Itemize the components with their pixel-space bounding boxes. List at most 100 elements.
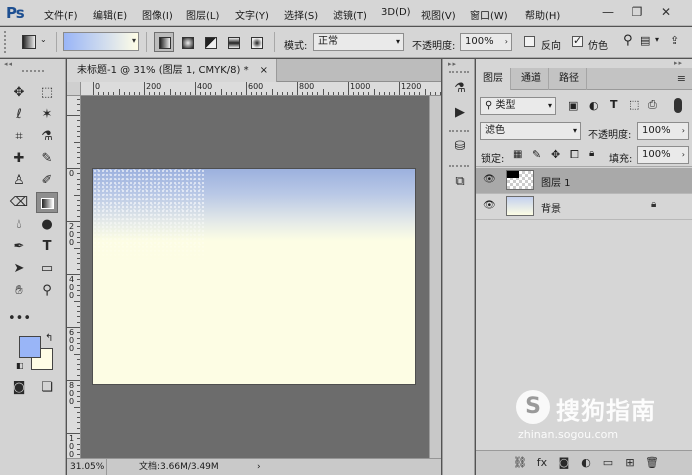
options-bar-grip[interactable] xyxy=(4,31,12,53)
panel-grip[interactable]: ▸▸ xyxy=(448,60,457,68)
clone-stamp-tool[interactable]: ♙ xyxy=(8,170,30,191)
adjustment-layer-icon[interactable]: ◐ xyxy=(578,455,594,471)
layer-filter-kind-select[interactable]: ⚲ 类型 ▾ xyxy=(480,97,556,115)
menu-edit[interactable]: 编辑(E) xyxy=(93,7,127,22)
new-group-icon[interactable]: ▭ xyxy=(600,455,616,471)
type-tool[interactable]: T xyxy=(36,236,58,257)
vertical-scrollbar[interactable] xyxy=(429,96,441,458)
layer-opacity-input[interactable]: 100% › xyxy=(637,122,689,140)
minimize-button[interactable]: — xyxy=(598,3,618,21)
lock-position-icon[interactable]: ✥ xyxy=(551,148,560,161)
move-tool[interactable]: ✥ xyxy=(8,82,30,103)
menu-select[interactable]: 选择(S) xyxy=(284,7,318,22)
eraser-tool[interactable]: ⌫ xyxy=(8,192,30,213)
dodge-tool[interactable]: ● xyxy=(36,214,58,235)
panel-grip[interactable] xyxy=(22,70,44,72)
workspace-icon[interactable]: ▤ xyxy=(640,34,650,47)
magic-wand-tool[interactable]: ✶ xyxy=(36,104,58,125)
link-layers-icon[interactable]: ⛓ xyxy=(512,455,528,471)
foreground-color-swatch[interactable] xyxy=(19,336,41,358)
marquee-tool[interactable]: ⬚ xyxy=(36,82,58,103)
radial-gradient-button[interactable] xyxy=(177,32,197,52)
reverse-checkbox[interactable] xyxy=(524,36,535,47)
gradient-tool[interactable] xyxy=(36,192,58,213)
tab-channels[interactable]: 通道 xyxy=(514,68,549,90)
eyedropper-tool[interactable]: ⚗ xyxy=(36,126,58,147)
restore-button[interactable]: ❐ xyxy=(627,3,647,21)
properties-panel-button[interactable]: ⧉ xyxy=(450,172,470,192)
lock-transparency-icon[interactable]: ▦ xyxy=(513,149,522,160)
edit-toolbar-button[interactable]: ••• xyxy=(8,308,31,329)
layer-style-icon[interactable]: fx xyxy=(534,455,550,471)
chevron-down-icon[interactable]: ▾ xyxy=(655,35,659,44)
quick-mask-button[interactable]: ◙ xyxy=(8,377,30,398)
panel-grip[interactable] xyxy=(449,71,469,73)
share-icon[interactable]: ⇪ xyxy=(670,34,679,47)
default-colors-icon[interactable]: ◧ xyxy=(16,361,24,370)
pen-tool[interactable]: ✒ xyxy=(8,236,30,257)
layer-row[interactable]: 👁︎ 图层 1 xyxy=(476,168,692,194)
menu-help[interactable]: 帮助(H) xyxy=(525,7,560,22)
screen-mode-button[interactable]: ❏ xyxy=(36,377,58,398)
dither-checkbox[interactable] xyxy=(572,34,583,47)
trash-icon[interactable]: 🗑︎ xyxy=(644,455,660,471)
lock-icon[interactable]: 🔒︎ xyxy=(651,199,656,210)
new-layer-icon[interactable]: ⊞ xyxy=(622,455,638,471)
blur-tool[interactable]: 💧︎ xyxy=(8,214,30,235)
add-mask-icon[interactable]: ◙ xyxy=(556,455,572,471)
brush-tool[interactable]: ✎ xyxy=(36,148,58,169)
pixel-filter-icon[interactable]: ▣ xyxy=(568,99,578,112)
menu-window[interactable]: 窗口(W) xyxy=(470,7,508,22)
horizontal-ruler[interactable]: 0 200 400 600 800 1000 1200 xyxy=(81,82,441,96)
angle-gradient-button[interactable] xyxy=(200,32,220,52)
type-filter-icon[interactable]: T xyxy=(610,98,618,111)
document-tab[interactable]: 未标题-1 @ 31% (图层 1, CMYK/8) * × xyxy=(67,59,277,82)
blend-mode-select[interactable]: 滤色 ▾ xyxy=(480,122,581,140)
reflected-gradient-button[interactable] xyxy=(223,32,243,52)
hand-tool[interactable]: ✋︎ xyxy=(8,280,30,301)
healing-brush-tool[interactable]: ✚ xyxy=(8,148,30,169)
lock-artboard-icon[interactable]: ⧠ xyxy=(570,148,579,162)
menu-view[interactable]: 视图(V) xyxy=(421,7,456,22)
chevron-right-icon[interactable]: › xyxy=(257,459,261,475)
ruler-origin[interactable] xyxy=(67,82,81,96)
menu-3d[interactable]: 3D(D) xyxy=(381,7,411,18)
search-icon[interactable]: ⚲ xyxy=(623,33,633,48)
filter-toggle-switch[interactable] xyxy=(674,98,682,113)
adjustment-filter-icon[interactable]: ◐ xyxy=(589,99,599,112)
zoom-tool[interactable]: ⚲ xyxy=(36,280,58,301)
menu-layer[interactable]: 图层(L) xyxy=(186,7,219,22)
opacity-input[interactable]: 100% › xyxy=(460,33,512,51)
lock-all-icon[interactable]: 🔒︎ xyxy=(589,148,594,159)
diamond-gradient-button[interactable] xyxy=(246,32,266,52)
document-canvas[interactable] xyxy=(93,169,415,384)
history-panel-button[interactable]: ⚗ xyxy=(450,79,470,99)
tool-preset-picker[interactable]: ⌄ xyxy=(20,33,50,51)
eye-icon[interactable]: 👁︎ xyxy=(483,200,496,211)
fill-input[interactable]: 100% › xyxy=(637,146,689,164)
smart-object-filter-icon[interactable]: ⎙ xyxy=(648,98,657,112)
tab-layers[interactable]: 图层 xyxy=(476,68,511,90)
swap-colors-icon[interactable]: ↰ xyxy=(45,333,53,344)
menu-file[interactable]: 文件(F) xyxy=(44,7,78,22)
mode-select[interactable]: 正常 ▾ xyxy=(313,33,404,51)
panel-menu-icon[interactable]: ≡ xyxy=(677,72,686,85)
close-window-button[interactable]: ✕ xyxy=(656,3,676,21)
menu-image[interactable]: 图像(I) xyxy=(142,7,173,22)
panel-grip[interactable]: ◂◂ xyxy=(4,60,13,68)
panel-collapse-icon[interactable]: ▸▸ xyxy=(674,59,683,67)
path-selection-tool[interactable]: ➤ xyxy=(8,258,30,279)
linear-gradient-button[interactable] xyxy=(154,32,174,52)
layer-row[interactable]: 👁︎ 背景 🔒︎ xyxy=(476,194,692,220)
menu-type[interactable]: 文字(Y) xyxy=(235,7,269,22)
panel-grip[interactable] xyxy=(449,130,469,132)
zoom-level-field[interactable]: 31.05% xyxy=(67,459,107,475)
history-brush-tool[interactable]: ✐ xyxy=(36,170,58,191)
lock-pixels-icon[interactable]: ✎ xyxy=(532,148,541,161)
crop-tool[interactable]: ⌗ xyxy=(8,126,30,147)
tab-paths[interactable]: 路径 xyxy=(552,68,587,90)
actions-panel-button[interactable]: ▶ xyxy=(450,103,470,123)
eye-icon[interactable]: 👁︎ xyxy=(483,174,496,185)
panel-grip[interactable] xyxy=(449,165,469,167)
3d-panel-button[interactable]: ⛁ xyxy=(450,137,470,157)
